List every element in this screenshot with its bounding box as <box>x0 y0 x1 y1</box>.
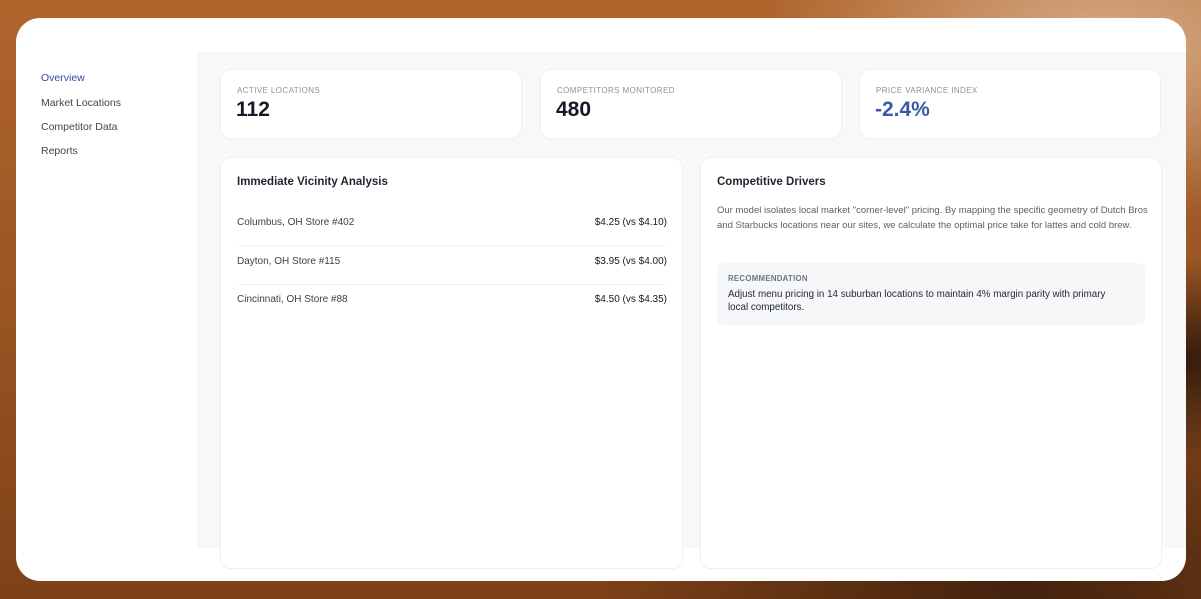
kpi-value: -2.4% <box>875 98 930 121</box>
price-comparison: $3.95 (vs $4.00) <box>594 256 667 267</box>
recommendation-label: RECOMMENDATION <box>728 274 808 283</box>
kpi-value: 480 <box>556 98 592 121</box>
table-row: Cincinnati, OH Store #88 $4.50 (vs $4.35… <box>237 284 667 322</box>
kpi-label: PRICE VARIANCE INDEX <box>876 86 978 95</box>
panel-title: Immediate Vicinity Analysis <box>237 176 388 188</box>
kpi-card-active-locations: ACTIVE LOCATIONS 112 <box>221 70 521 138</box>
kpi-value: 112 <box>236 98 270 121</box>
panel-title: Competitive Drivers <box>717 176 826 188</box>
recommendation-box: RECOMMENDATION Adjust menu pricing in 14… <box>717 263 1145 325</box>
kpi-card-price-variance-index: PRICE VARIANCE INDEX -2.4% <box>860 70 1160 138</box>
drivers-description: Our model isolates local market "corner-… <box>717 205 1148 232</box>
store-name: Dayton, OH Store #115 <box>237 256 341 267</box>
table-row: Columbus, OH Store #402 $4.25 (vs $4.10) <box>237 207 667 246</box>
sidebar-item-competitor-data[interactable]: Competitor Data <box>41 121 117 133</box>
sidebar: Overview Market Locations Competitor Dat… <box>16 52 199 548</box>
sidebar-item-reports[interactable]: Reports <box>41 145 78 157</box>
sidebar-item-overview[interactable]: Overview <box>41 72 85 84</box>
table-row: Dayton, OH Store #115 $3.95 (vs $4.00) <box>237 246 667 285</box>
vicinity-analysis-panel: Immediate Vicinity Analysis Columbus, OH… <box>221 158 682 568</box>
recommendation-text: Adjust menu pricing in 14 suburban locat… <box>728 289 1106 313</box>
kpi-card-competitors-monitored: COMPETITORS MONITORED 480 <box>541 70 841 138</box>
app-window: Overview Market Locations Competitor Dat… <box>16 18 1186 581</box>
sidebar-item-market-locations[interactable]: Market Locations <box>41 97 121 109</box>
kpi-label: ACTIVE LOCATIONS <box>237 86 321 95</box>
store-name: Cincinnati, OH Store #88 <box>237 294 348 305</box>
competitive-drivers-panel: Competitive Drivers Our model isolates l… <box>701 158 1161 568</box>
kpi-label: COMPETITORS MONITORED <box>557 86 675 95</box>
main-content: ACTIVE LOCATIONS 112 COMPETITORS MONITOR… <box>199 52 1186 568</box>
price-comparison: $4.25 (vs $4.10) <box>594 217 667 228</box>
store-name: Columbus, OH Store #402 <box>237 217 355 228</box>
price-comparison: $4.50 (vs $4.35) <box>594 294 667 305</box>
